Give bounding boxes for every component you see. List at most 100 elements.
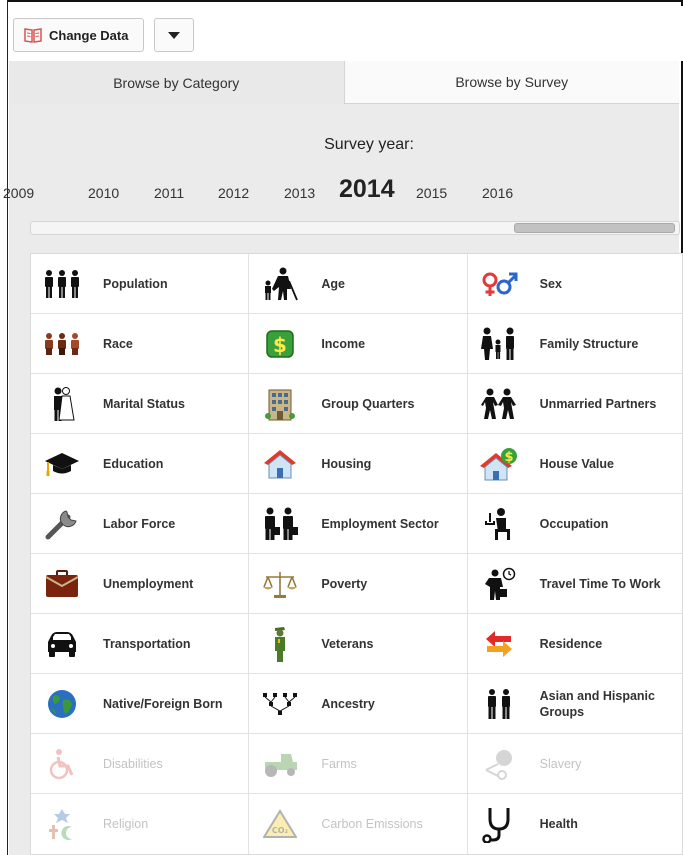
category-group-quarters[interactable]: Group Quarters [249,374,468,433]
category-grid: Population Age Sex Race $ Income Family … [30,253,683,855]
building-icon [261,385,299,423]
year-scrollbar[interactable] [30,221,680,235]
category-marital-status[interactable]: Marital Status [31,374,250,433]
category-house-value[interactable]: $ House Value [468,434,682,493]
category-native-foreign-born[interactable]: Native/Foreign Born [31,674,250,733]
year-option-selected[interactable]: 2014 [339,175,395,204]
svg-text:$: $ [504,450,513,465]
age-icon [261,265,299,303]
book-icon [24,27,42,43]
year-option[interactable]: 2010 [88,185,119,201]
change-data-button[interactable]: Change Data [13,18,144,52]
category-label: Population [103,276,168,291]
category-label: Native/Foreign Born [103,696,223,711]
arrows-icon [480,625,518,663]
year-option[interactable]: 2009 [3,185,34,201]
category-veterans[interactable]: Veterans [249,614,468,673]
category-transportation[interactable]: Transportation [31,614,250,673]
category-poverty[interactable]: Poverty [249,554,468,613]
year-option[interactable]: 2011 [154,185,184,201]
category-label: Travel Time To Work [539,576,661,591]
category-label: Asian and Hispanic Groups [539,688,655,719]
year-option[interactable]: 2012 [218,185,249,201]
category-label: Housing [321,456,372,471]
category-label: Occupation [539,516,609,531]
category-health[interactable]: Health [468,794,682,854]
category-employment-sector[interactable]: Employment Sector [249,494,468,553]
svg-text:$: $ [273,333,287,357]
survey-year-label: Survey year: [324,136,414,153]
category-label: Marital Status [103,396,185,411]
category-residence[interactable]: Residence [468,614,682,673]
family-icon [480,325,518,363]
category-row: Transportation Veterans Residence [31,614,682,674]
category-label: Veterans [321,636,374,651]
svg-text:CO₂: CO₂ [272,826,289,835]
category-row: Population Age Sex [31,254,682,314]
co2-warning-icon: CO₂ [261,805,299,843]
category-row: Native/Foreign Born Ancestry Asian and H… [31,674,682,734]
year-scrollbar-thumb[interactable] [514,223,675,233]
category-label: Age [321,276,345,291]
briefcase-icon [43,565,81,603]
category-asian-hispanic-groups[interactable]: Asian and Hispanic Groups [468,674,682,733]
tab-bar: Browse by Category Browse by Survey [9,61,679,104]
category-label: Transportation [103,636,191,651]
wrench-icon [43,505,81,543]
partners-icon [480,385,518,423]
category-label: Group Quarters [321,396,415,411]
category-row: Race $ Income Family Structure [31,314,682,374]
change-data-label: Change Data [49,27,129,43]
category-label: Income [321,336,366,351]
category-slavery: Slavery [468,734,682,793]
category-income[interactable]: $ Income [249,314,468,373]
category-carbon-emissions: CO₂ Carbon Emissions [249,794,468,854]
category-family-structure[interactable]: Family Structure [468,314,682,373]
office-worker-icon [480,505,518,543]
category-age[interactable]: Age [249,254,468,313]
tractor-icon [261,745,299,783]
tab-browse-by-survey[interactable]: Browse by Survey [343,61,679,104]
category-label: Disabilities [103,756,163,771]
category-label: Carbon Emissions [321,817,423,831]
category-row: Religion CO₂ Carbon Emissions Health [31,794,682,854]
category-housing[interactable]: Housing [249,434,468,493]
category-label: Poverty [321,576,368,591]
wedding-couple-icon [43,385,81,423]
dollar-icon: $ [261,325,299,363]
year-option[interactable]: 2016 [482,185,513,201]
category-occupation[interactable]: Occupation [468,494,682,553]
tab-browse-by-category[interactable]: Browse by Category [9,61,344,104]
dropdown-toggle-button[interactable] [154,18,194,52]
category-label: Slavery [539,756,582,771]
caret-down-icon [168,31,180,39]
category-labor-force[interactable]: Labor Force [31,494,250,553]
toolbar: Change Data [9,6,683,61]
workers-icon [261,505,299,543]
category-label: Labor Force [103,516,176,531]
family-tree-icon [261,685,299,723]
category-label: Unemployment [103,576,194,591]
house-icon [261,445,299,483]
race-icon [43,325,81,363]
year-option[interactable]: 2013 [284,185,315,201]
category-ancestry[interactable]: Ancestry [249,674,468,733]
category-travel-time[interactable]: Travel Time To Work [468,554,682,613]
category-label: Religion [103,817,149,831]
shackle-icon [480,745,518,783]
category-label: Family Structure [539,336,639,351]
category-race[interactable]: Race [31,314,250,373]
globe-icon [43,685,81,723]
browse-panel: Browse by Category Browse by Survey Surv… [3,61,683,855]
category-sex[interactable]: Sex [468,254,682,313]
category-unmarried-partners[interactable]: Unmarried Partners [468,374,682,433]
category-label: Farms [321,756,357,771]
category-label: Sex [539,276,562,291]
category-disabilities: Disabilities [31,734,250,793]
commuter-clock-icon [480,565,518,603]
year-option[interactable]: 2015 [416,185,447,201]
category-unemployment[interactable]: Unemployment [31,554,250,613]
category-label: Race [103,336,133,351]
category-education[interactable]: Education [31,434,250,493]
category-population[interactable]: Population [31,254,250,313]
